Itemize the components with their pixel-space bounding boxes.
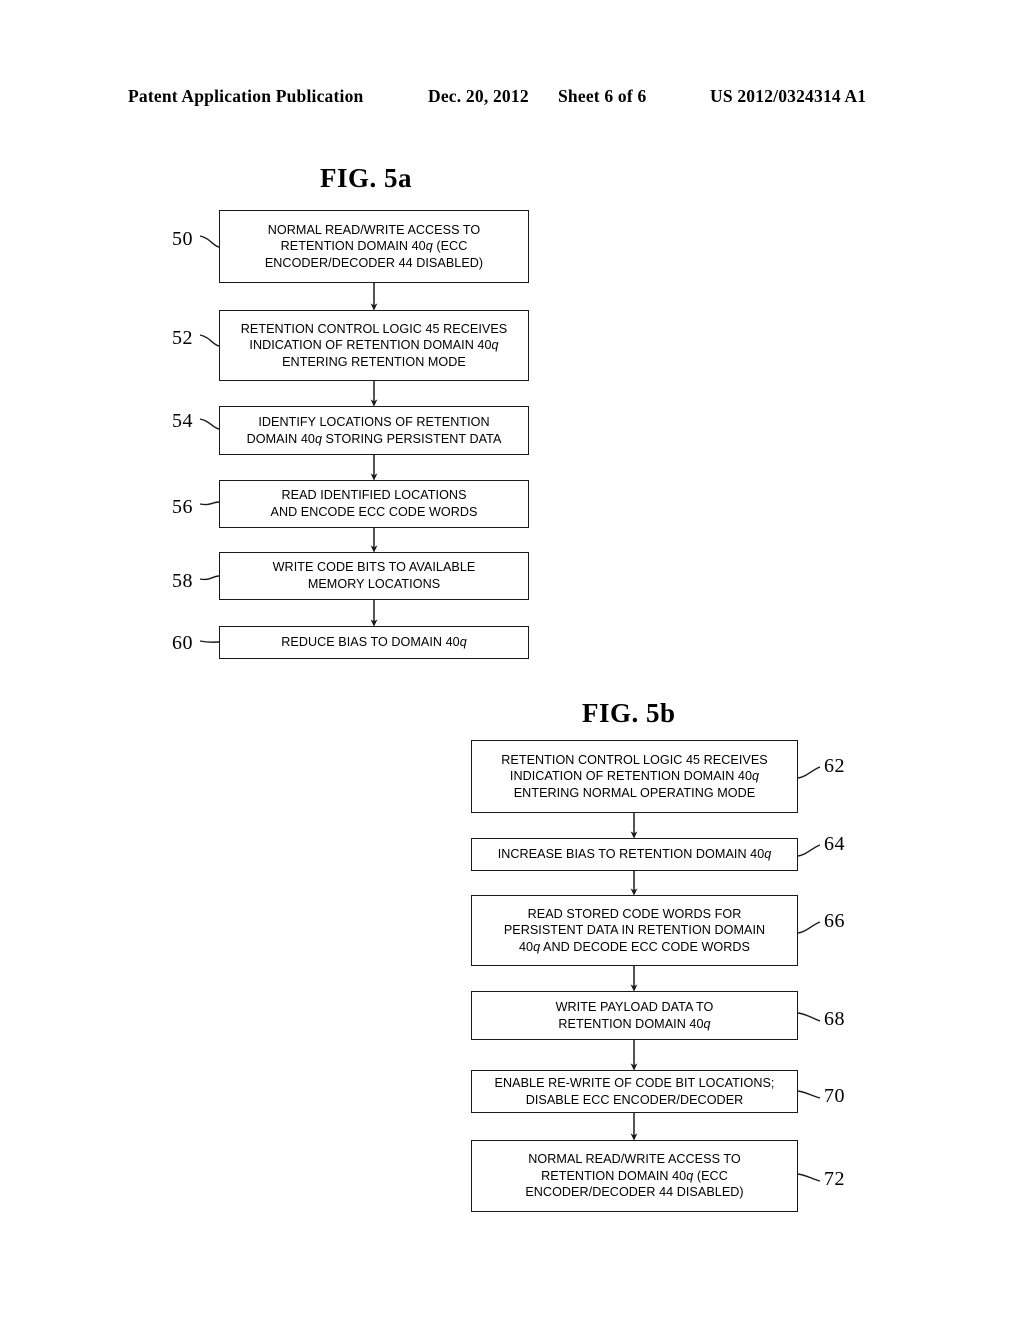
flow-step-68-text: WRITE PAYLOAD DATA TO RETENTION DOMAIN 4… [555, 999, 714, 1031]
flow-step-54: IDENTIFY LOCATIONS OF RETENTION DOMAIN 4… [219, 406, 529, 455]
ref-numeral-62: 62 [824, 755, 845, 777]
leader-50 [199, 235, 220, 248]
flow-step-50: NORMAL READ/WRITE ACCESS TO RETENTION DO… [219, 210, 529, 283]
ref-numeral-58: 58 [172, 570, 193, 592]
figure-title-5b: FIG. 5b [582, 698, 676, 728]
header-sheet-number: Sheet 6 of 6 [558, 86, 647, 106]
ref-numeral-68: 68 [824, 1008, 845, 1030]
ref-numeral-56: 56 [172, 496, 193, 518]
flow-step-60: REDUCE BIAS TO DOMAIN 40q [219, 626, 529, 659]
ref-numeral-66: 66 [824, 910, 845, 932]
ref-numeral-54: 54 [172, 410, 193, 432]
flow-step-64: INCREASE BIAS TO RETENTION DOMAIN 40q [471, 838, 798, 871]
header-date: Dec. 20, 2012 [428, 86, 529, 106]
flow-step-70-text: ENABLE RE-WRITE OF CODE BIT LOCATIONS; D… [494, 1075, 775, 1107]
flow-step-72-text: NORMAL READ/WRITE ACCESS TO RETENTION DO… [525, 1152, 744, 1200]
flow-step-58: WRITE CODE BITS TO AVAILABLE MEMORY LOCA… [219, 552, 529, 600]
flow-step-58-text: WRITE CODE BITS TO AVAILABLE MEMORY LOCA… [272, 560, 476, 591]
flow-step-54-text: IDENTIFY LOCATIONS OF RETENTION DOMAIN 4… [246, 414, 502, 446]
leader-58 [199, 575, 220, 581]
leader-68 [797, 1012, 821, 1022]
flow-step-50-text: NORMAL READ/WRITE ACCESS TO RETENTION DO… [264, 222, 484, 270]
flow-step-52-text: RETENTION CONTROL LOGIC 45 RECEIVES INDI… [240, 321, 508, 369]
leader-66 [797, 921, 821, 934]
flow-step-64-text: INCREASE BIAS TO RETENTION DOMAIN 40q [497, 847, 772, 862]
leader-60 [199, 640, 220, 643]
leader-70 [797, 1090, 821, 1099]
ref-numeral-64: 64 [824, 833, 845, 855]
flow-step-72: NORMAL READ/WRITE ACCESS TO RETENTION DO… [471, 1140, 798, 1212]
figure-title-5a: FIG. 5a [320, 163, 413, 193]
leader-52 [199, 334, 220, 347]
ref-numeral-60: 60 [172, 632, 193, 654]
leader-64 [797, 844, 821, 857]
flow-step-70: ENABLE RE-WRITE OF CODE BIT LOCATIONS; D… [471, 1070, 798, 1113]
leader-56 [199, 501, 220, 506]
page-header: Patent Application Publication Dec. 20, … [0, 86, 1024, 112]
flow-step-56: READ IDENTIFIED LOCATIONS AND ENCODE ECC… [219, 480, 529, 528]
flow-connectors [199, 235, 821, 1182]
ref-numeral-52: 52 [172, 327, 193, 349]
flow-step-62-text: RETENTION CONTROL LOGIC 45 RECEIVES INDI… [501, 752, 768, 800]
flow-step-56-text: READ IDENTIFIED LOCATIONS AND ENCODE ECC… [270, 488, 478, 519]
leader-54 [199, 418, 220, 430]
leader-group-5a [199, 235, 220, 643]
flow-step-62: RETENTION CONTROL LOGIC 45 RECEIVES INDI… [471, 740, 798, 813]
header-publication: Patent Application Publication [128, 86, 364, 106]
leader-62 [797, 766, 821, 779]
ref-numeral-50: 50 [172, 228, 193, 250]
leader-group-5b [797, 766, 821, 1182]
ref-numeral-72: 72 [824, 1168, 845, 1190]
flow-step-66: READ STORED CODE WORDS FOR PERSISTENT DA… [471, 895, 798, 966]
flow-step-52: RETENTION CONTROL LOGIC 45 RECEIVES INDI… [219, 310, 529, 381]
flow-step-68: WRITE PAYLOAD DATA TO RETENTION DOMAIN 4… [471, 991, 798, 1040]
flow-step-66-text: READ STORED CODE WORDS FOR PERSISTENT DA… [503, 906, 766, 954]
leader-72 [797, 1173, 821, 1182]
ref-numeral-70: 70 [824, 1085, 845, 1107]
flow-step-60-text: REDUCE BIAS TO DOMAIN 40q [281, 635, 467, 650]
header-patent-number: US 2012/0324314 A1 [710, 86, 867, 106]
